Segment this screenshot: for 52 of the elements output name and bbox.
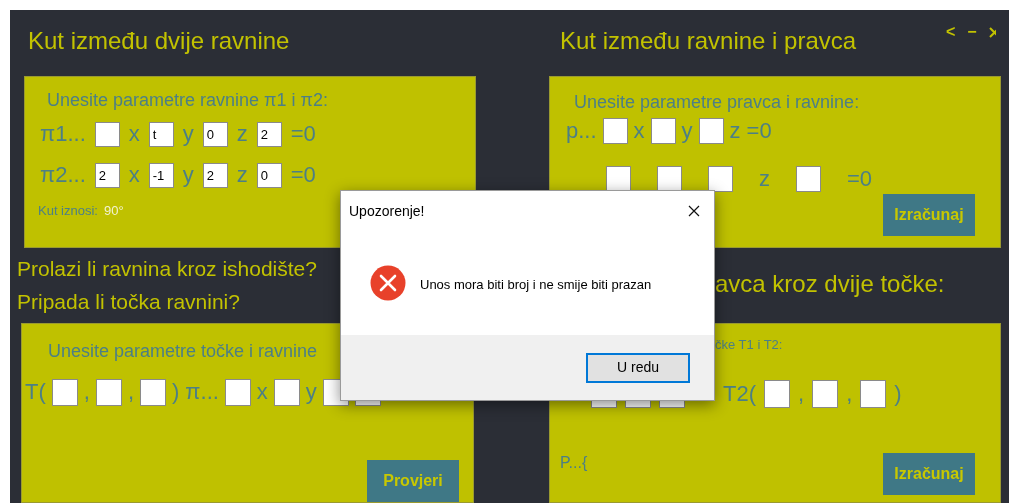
equation-text: ) bbox=[172, 378, 180, 406]
equation-text: , bbox=[798, 380, 805, 408]
equation-text: π... bbox=[185, 378, 219, 406]
equation-text: π1... bbox=[40, 120, 86, 148]
input-field[interactable]: 2 bbox=[202, 162, 228, 188]
equation-text: y bbox=[182, 161, 194, 189]
input-field[interactable]: t bbox=[148, 121, 174, 147]
equation-text: , bbox=[846, 380, 853, 408]
input-field[interactable]: 2 bbox=[94, 162, 120, 188]
equation-text: x bbox=[256, 378, 268, 406]
equation-text: π2... bbox=[40, 161, 86, 189]
result-value: 90° bbox=[104, 203, 124, 219]
equation-text: T( bbox=[25, 378, 46, 406]
minimize-button[interactable]: − bbox=[967, 24, 977, 40]
equation-text: z bbox=[236, 120, 248, 148]
equation-text: =0 bbox=[847, 165, 873, 193]
section-heading: Prolazi li ravnina kroz ishodište? bbox=[17, 256, 317, 282]
equation-text: x bbox=[128, 120, 140, 148]
back-button[interactable]: < bbox=[946, 24, 956, 40]
equation-text: =0 bbox=[746, 117, 772, 145]
equation-text: ) bbox=[894, 380, 902, 408]
equation-text: =0 bbox=[290, 161, 316, 189]
equation-text: y bbox=[305, 378, 317, 406]
prompt-text: Unesite parametre pravca i ravnine: bbox=[574, 91, 861, 113]
error-message: Unos mora biti broj i ne smije biti prazan bbox=[420, 276, 652, 294]
equation-text: , bbox=[127, 378, 134, 406]
input-field[interactable]: 0 bbox=[202, 121, 228, 147]
equation-text: z bbox=[729, 117, 741, 145]
equation-text: x bbox=[633, 117, 645, 145]
equation-text: z bbox=[236, 161, 248, 189]
prompt-text: Unesite parametre točke i ravnine bbox=[48, 340, 319, 362]
equation-text: , bbox=[83, 378, 90, 406]
section-heading: avca kroz dvije točke: bbox=[715, 269, 945, 299]
prompt-text: čke T1 i T2: bbox=[715, 337, 784, 353]
equation-text: p... bbox=[566, 117, 597, 145]
equation-text: x bbox=[128, 161, 140, 189]
dialog-title: Upozorenje! bbox=[349, 201, 425, 221]
input-field[interactable]: 0 bbox=[256, 162, 282, 188]
section-title: Kut između dvije ravnine bbox=[28, 26, 290, 56]
section-heading: Pripada li točka ravnini? bbox=[17, 289, 240, 315]
ok-button[interactable]: U redu bbox=[586, 352, 690, 383]
prompt-text: Unesite parametre ravnine π1 i π2: bbox=[47, 89, 329, 111]
section-title: Kut između ravnine i pravca bbox=[560, 26, 857, 56]
input-field[interactable]: -1 bbox=[148, 162, 174, 188]
equation-text: T2( bbox=[723, 380, 756, 408]
result-label: P...{ bbox=[560, 453, 588, 473]
equation-text: =0 bbox=[290, 120, 316, 148]
equation-text: y bbox=[681, 117, 693, 145]
result-label: Kut iznosi: bbox=[38, 203, 98, 219]
equation-text: z bbox=[759, 165, 770, 193]
equation-text: y bbox=[182, 120, 194, 148]
input-field[interactable]: 2 bbox=[256, 121, 282, 147]
